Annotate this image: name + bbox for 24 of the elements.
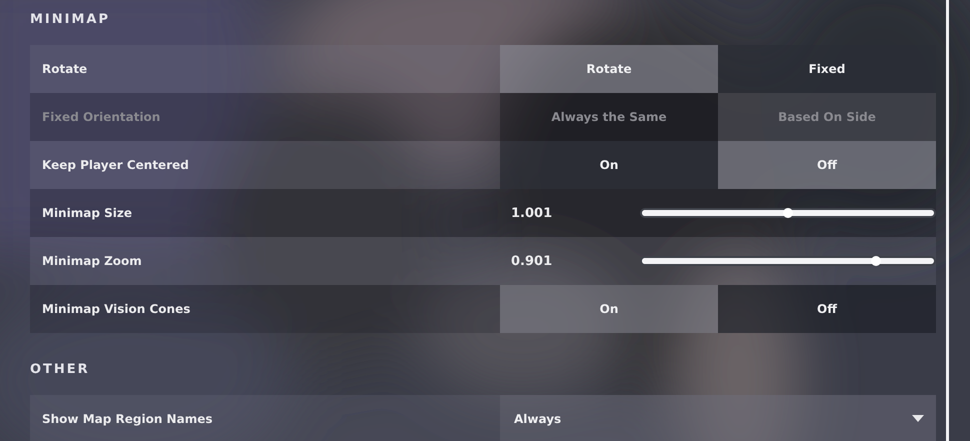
option-button[interactable]: Rotate [500, 45, 718, 93]
option-button[interactable]: Off [718, 285, 936, 333]
slider-track[interactable] [640, 208, 936, 218]
section-title: OTHER [30, 361, 91, 379]
slider-value: 0.901 [510, 252, 554, 270]
option-button[interactable]: Fixed [718, 45, 936, 93]
setting-label: Keep Player Centered [41, 157, 190, 174]
option-button[interactable]: On [500, 141, 718, 189]
slider-track[interactable] [640, 256, 936, 266]
setting-label: Rotate [41, 61, 88, 78]
dropdown[interactable]: Always [500, 395, 936, 441]
section-title: MINIMAP [30, 11, 112, 29]
slider-thumb[interactable] [870, 256, 881, 266]
option-button[interactable]: Off [718, 141, 936, 189]
setting-label: Fixed Orientation [41, 109, 162, 126]
setting-label: Minimap Vision Cones [41, 301, 192, 318]
caret-icon [912, 415, 924, 423]
setting-label: Minimap Size [41, 205, 133, 222]
option-button[interactable]: On [500, 285, 718, 333]
scrollbar[interactable] [946, 0, 949, 441]
slider-thumb[interactable] [783, 208, 793, 218]
setting-label: Show Map Region Names [41, 411, 214, 428]
slider-value: 1.001 [510, 204, 554, 222]
setting-label: Minimap Zoom [41, 253, 143, 270]
